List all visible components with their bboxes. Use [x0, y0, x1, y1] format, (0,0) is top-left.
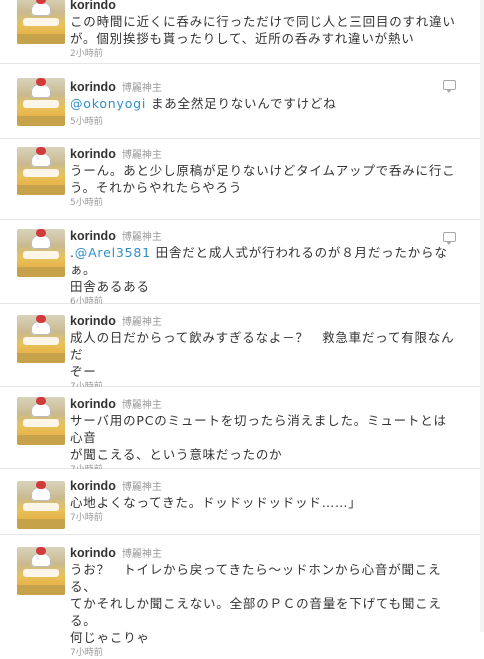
- tweet-timeline: korindo この時間に近くに呑みに行っただけで同じ人と三回目のすれ違い が。…: [0, 0, 484, 658]
- username-link[interactable]: korindo: [70, 229, 116, 243]
- tweet-text: @okonyogi まあ全然足りないんですけどね: [70, 96, 337, 111]
- mention-link[interactable]: @Arel3581: [75, 245, 151, 260]
- tweet-text: この時間に近くに呑みに行っただけで同じ人と三回目のすれ違い が。個別挨拶も貰った…: [70, 14, 456, 46]
- tweet-timestamp[interactable]: 7小時前: [70, 647, 456, 659]
- username-link[interactable]: korindo: [70, 397, 116, 411]
- user-avatar[interactable]: [17, 481, 65, 529]
- reply-icon[interactable]: [443, 232, 456, 245]
- full-name: 博麗神主: [121, 549, 162, 560]
- tweet-text: 心地よくなってきた。ドッドッドッドッド……」: [70, 495, 362, 510]
- full-name: 博麗神主: [121, 317, 162, 328]
- tweet-text: 成人の日だからって飲みすぎるなよ－？ 救急車だって有限なんだ ぞー: [70, 330, 455, 379]
- reply-icon[interactable]: [443, 80, 456, 93]
- tweet-text: うお？ トイレから戻ってきたら～ッドホンから心音が聞こえる、 てかそれしか聞こえ…: [70, 562, 442, 645]
- full-name: 博麗神主: [121, 482, 162, 493]
- tweet-text: サーバ用のPCのミュートを切ったら消えました。ミュートとは心音 が聞こえる、とい…: [70, 413, 447, 462]
- tweet-text: .@Arel3581 田舎だと成人式が行われるのが８月だったからなぁ。 田舎ある…: [70, 245, 448, 294]
- user-avatar[interactable]: [17, 229, 65, 277]
- user-avatar[interactable]: [17, 78, 65, 126]
- tweet-timestamp[interactable]: 2小時前: [70, 48, 456, 60]
- user-avatar[interactable]: [17, 0, 65, 44]
- user-avatar[interactable]: [17, 315, 65, 363]
- tweet-item[interactable]: korindo 博麗神主 .@Arel3581 田舎だと成人式が行われるのが８月だ…: [0, 220, 484, 307]
- tweet-timestamp[interactable]: 7小時前: [70, 512, 456, 524]
- username-link[interactable]: korindo: [70, 314, 116, 328]
- tweet-timestamp[interactable]: 5小時前: [70, 197, 456, 209]
- tweet-item[interactable]: korindo 博麗神主 うーん。あと少し原稿が足りないけどタイムアップで呑みに行…: [0, 139, 484, 220]
- full-name: 博麗神主: [121, 150, 162, 161]
- user-avatar[interactable]: [17, 547, 65, 595]
- tweet-item[interactable]: korindo 博麗神主 @okonyogi まあ全然足りないんですけどね 5小時…: [0, 64, 484, 139]
- tweet-item[interactable]: korindo この時間に近くに呑みに行っただけで同じ人と三回目のすれ違い が。…: [0, 0, 484, 64]
- username-link[interactable]: korindo: [70, 479, 116, 493]
- tweet-item[interactable]: korindo 博麗神主 うお？ トイレから戻ってきたら～ッドホンから心音が聞こえ…: [0, 535, 484, 658]
- tweet-text: うーん。あと少し原稿が足りないけどタイムアップで呑みに行こ う。それからやれたら…: [70, 163, 456, 195]
- full-name: 博麗神主: [121, 83, 162, 94]
- scrollbar-track[interactable]: [480, 0, 484, 632]
- mention-link[interactable]: @okonyogi: [70, 96, 146, 111]
- user-avatar[interactable]: [17, 147, 65, 195]
- full-name: 博麗神主: [121, 232, 162, 243]
- username-link[interactable]: korindo: [70, 0, 116, 12]
- tweet-timestamp[interactable]: 5小時前: [70, 116, 456, 128]
- tweet-item[interactable]: korindo 博麗神主 成人の日だからって飲みすぎるなよ－？ 救急車だって有限な…: [0, 304, 484, 392]
- username-link[interactable]: korindo: [70, 80, 116, 94]
- tweet-item[interactable]: korindo 博麗神主 心地よくなってきた。ドッドッドッドッド……」 7小時前: [0, 469, 484, 535]
- user-avatar[interactable]: [17, 397, 65, 445]
- tweet-item[interactable]: korindo 博麗神主 サーバ用のPCのミュートを切ったら消えました。ミュートと…: [0, 387, 484, 475]
- full-name: 博麗神主: [121, 400, 162, 411]
- username-link[interactable]: korindo: [70, 147, 116, 161]
- username-link[interactable]: korindo: [70, 546, 116, 560]
